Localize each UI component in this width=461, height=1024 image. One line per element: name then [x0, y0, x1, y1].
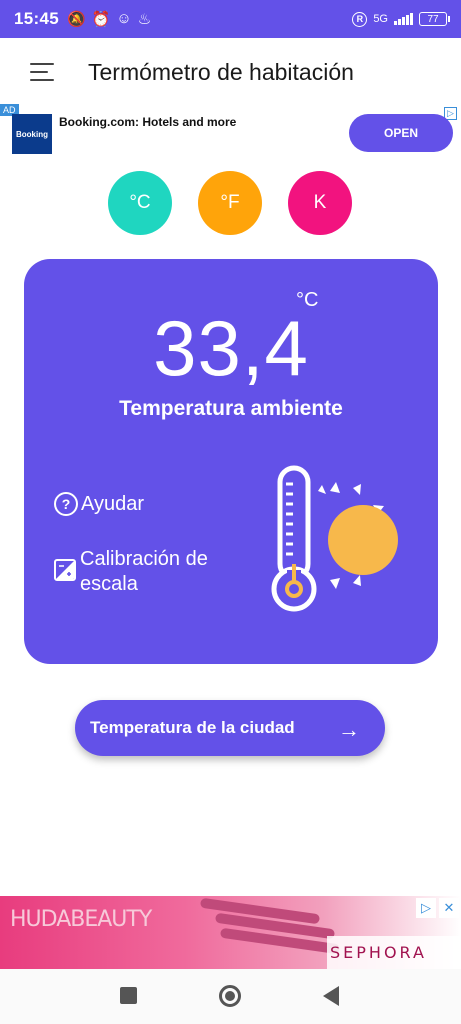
battery-icon: 77 [419, 12, 450, 26]
city-temperature-button[interactable]: Temperatura de la ciudad → [75, 700, 385, 756]
thermometer-sun-icon [271, 465, 398, 612]
muted-bell-icon: 🔕 [66, 11, 86, 28]
home-icon[interactable] [219, 985, 241, 1007]
booking-logo: Booking [12, 114, 52, 154]
huda-beauty-logo: HUDABEAUTY [10, 907, 152, 932]
signal-icon [394, 13, 413, 25]
city-temperature-label: Temperatura de la ciudad [90, 718, 295, 737]
app-notification-icon-2: ♨ [137, 11, 152, 28]
sephora-logo: SEPHORA [330, 943, 427, 962]
booking-logo-text: Booking [16, 129, 48, 139]
calibration-label: Calibración de escala [80, 548, 208, 595]
help-label: Ayudar [81, 492, 145, 515]
arrow-right-icon: → [338, 717, 360, 742]
system-nav-bar [0, 969, 461, 1024]
back-icon[interactable] [323, 986, 339, 1006]
temperature-unit: °C [296, 289, 319, 311]
ad-banner-bottom[interactable]: HUDABEAUTY SEPHORA ▷ ✕ [0, 896, 461, 969]
ad-open-button[interactable]: OPEN [349, 114, 453, 152]
unit-fahrenheit-button[interactable]: °F [198, 171, 262, 235]
help-icon: ? [54, 492, 78, 516]
status-time: 15:45 [14, 9, 59, 28]
status-system-icons: R 5G 77 [352, 11, 450, 27]
page-title: Termómetro de habitación [88, 59, 354, 85]
registered-icon: R [352, 11, 368, 27]
app-bar: Termómetro de habitación [0, 38, 461, 104]
menu-icon[interactable] [30, 63, 54, 81]
ad-text: Booking.com: Hotels and more [59, 115, 237, 129]
recent-apps-icon[interactable] [120, 987, 137, 1004]
unit-kelvin-label: K [313, 192, 327, 213]
unit-kelvin-button[interactable]: K [288, 171, 352, 235]
ad-close-icon[interactable]: ✕ [439, 898, 459, 918]
ad-banner-top[interactable]: AD ▷ Booking Booking.com: Hotels and mor… [0, 104, 461, 160]
alarm-icon: ⏰ [91, 11, 111, 28]
temperature-card: 33,4 °C Temperatura ambiente ? Ayudar Ca… [24, 259, 438, 664]
temperature-value: 33,4 [153, 304, 309, 392]
status-bar: 15:45 🔕 ⏰ ☺ ♨ R 5G 77 [0, 0, 461, 38]
app-notification-icon: ☺ [116, 10, 132, 27]
unit-fahrenheit-label: °F [220, 192, 240, 213]
help-button[interactable]: ? Ayudar [54, 492, 144, 516]
calibration-icon [54, 559, 76, 581]
ad-choices-icon[interactable]: ▷ [416, 898, 436, 918]
battery-level: 77 [427, 13, 439, 25]
calibration-button[interactable]: Calibración de escala [54, 547, 230, 597]
temperature-label: Temperatura ambiente [119, 397, 343, 420]
unit-celsius-button[interactable]: °C [108, 171, 172, 235]
network-type: 5G [373, 13, 388, 25]
status-notification-icons: 🔕 ⏰ ☺ ♨ [67, 10, 151, 28]
unit-celsius-label: °C [129, 192, 151, 213]
